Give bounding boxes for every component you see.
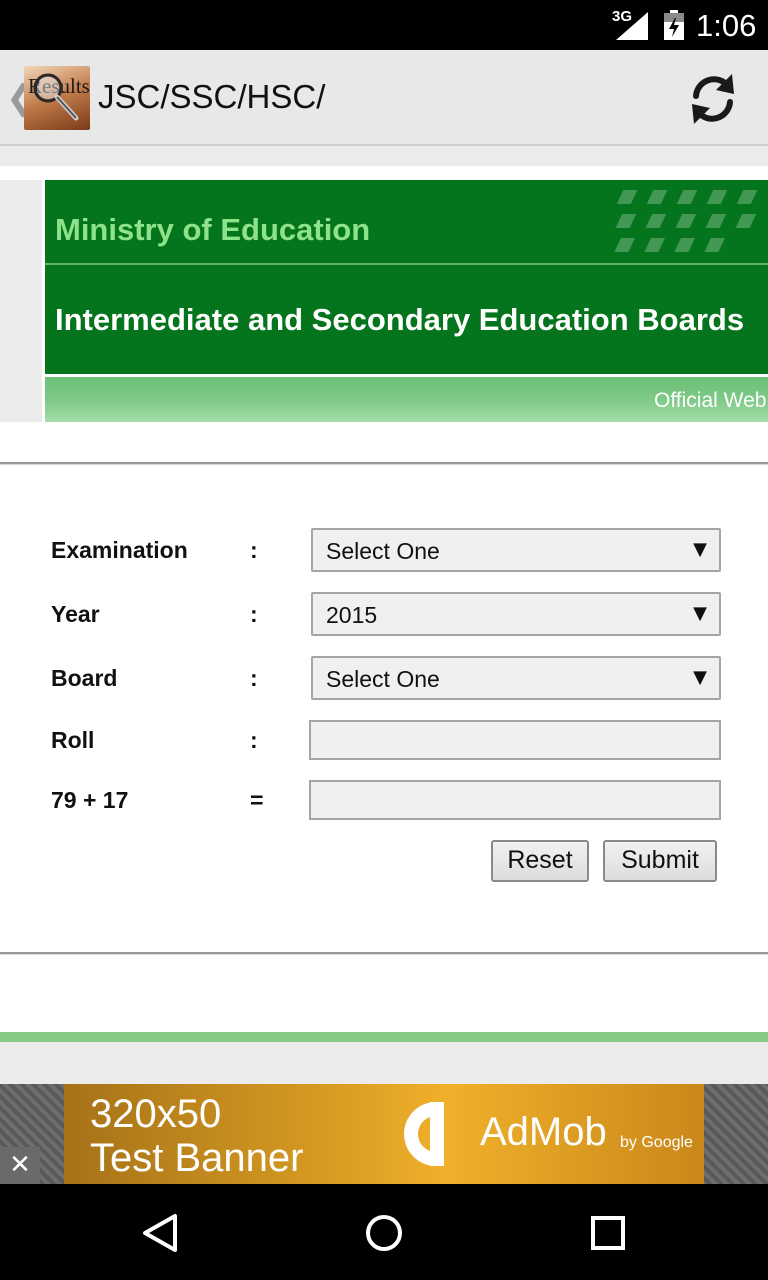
roll-label: Roll <box>51 727 95 753</box>
boards-title: Intermediate and Secondary Education Boa… <box>55 302 745 337</box>
back-icon[interactable] <box>135 1208 185 1258</box>
clock: 1:06 <box>696 8 757 43</box>
dropdown-arrow-icon: ▼ <box>693 603 707 624</box>
board-select[interactable]: Select One ▼ <box>311 656 721 700</box>
refresh-icon[interactable] <box>686 72 740 126</box>
magnifier-icon <box>33 73 79 121</box>
dropdown-arrow-icon: ▼ <box>693 667 707 688</box>
submit-button[interactable]: Submit <box>603 840 717 882</box>
year-select-value: 2015 <box>326 602 378 628</box>
captcha-separator: = <box>250 787 264 813</box>
captcha-input[interactable] <box>309 780 721 820</box>
form-bottom-divider <box>0 952 768 955</box>
banner-pattern <box>614 190 758 252</box>
ministry-title: Ministry of Education <box>55 212 371 247</box>
page-title: JSC/SSC/HSC/ <box>98 78 326 115</box>
footer-accent-strip <box>0 1032 768 1042</box>
signal-icon <box>616 12 648 40</box>
examination-separator: : <box>250 537 258 563</box>
reset-button[interactable]: Reset <box>491 840 589 882</box>
toolbar-shadow <box>0 146 768 166</box>
admob-logo-icon <box>404 1102 444 1166</box>
banner-ticker: Official Web <box>45 377 768 422</box>
ministry-banner: Ministry of Education Intermediate and S… <box>45 180 768 422</box>
form-top-divider <box>0 462 768 465</box>
battery-icon <box>664 10 684 40</box>
banner-divider <box>45 263 768 265</box>
ad-size-text: 320x50 <box>90 1092 222 1136</box>
board-select-value: Select One <box>326 666 440 692</box>
examination-label: Examination <box>51 537 188 563</box>
app-logo[interactable]: Results <box>24 66 90 130</box>
roll-input[interactable] <box>309 720 721 760</box>
ad-banner[interactable]: 320x50 Test Banner AdMob by Google <box>64 1084 704 1184</box>
system-nav-bar <box>0 1184 768 1280</box>
year-select[interactable]: 2015 ▼ <box>311 592 721 636</box>
ad-brand: AdMob <box>480 1110 607 1154</box>
examination-select-value: Select One <box>326 538 440 564</box>
status-bar: 3G 1:06 <box>0 0 768 50</box>
recents-icon[interactable] <box>583 1208 633 1258</box>
screen: 3G 1:06 ❮ Results JSC/SSC/HSC/ Ministry … <box>0 0 768 1280</box>
examination-select[interactable]: Select One ▼ <box>311 528 721 572</box>
footer-area <box>0 1042 768 1084</box>
roll-separator: : <box>250 727 258 753</box>
year-separator: : <box>250 601 258 627</box>
ad-by-google: by Google <box>620 1134 693 1151</box>
banner-left-margin <box>0 180 42 422</box>
board-separator: : <box>250 665 258 691</box>
banner-top: Ministry of Education Intermediate and S… <box>45 180 768 374</box>
ad-close-icon[interactable]: ✕ <box>0 1147 40 1184</box>
dropdown-arrow-icon: ▼ <box>693 539 707 560</box>
official-web-text: Official Web <box>654 389 767 412</box>
home-icon[interactable] <box>359 1208 409 1258</box>
board-label: Board <box>51 665 118 691</box>
ad-test-text: Test Banner <box>90 1136 304 1180</box>
year-label: Year <box>51 601 100 627</box>
action-bar: ❮ Results JSC/SSC/HSC/ <box>0 50 768 146</box>
captcha-label: 79 + 17 <box>51 787 129 813</box>
